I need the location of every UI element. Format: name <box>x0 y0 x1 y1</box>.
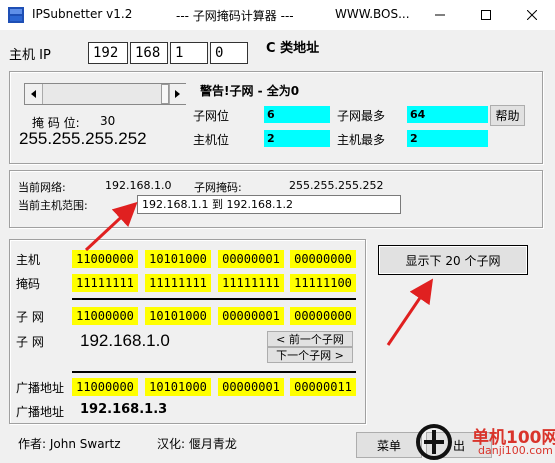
arrow-to-show-button <box>386 278 434 346</box>
watermark-url: danji100.com <box>478 444 553 457</box>
arrow-to-host-range <box>84 201 138 252</box>
app-window: IPSubnetter v1.2 --- 子网掩码计算器 --- WWW.BOS… <box>0 0 555 463</box>
watermark-logo-icon <box>416 424 452 460</box>
localizer-label: 汉化: 偃月青龙 <box>157 437 237 451</box>
author-label: 作者: John Swartz <box>18 437 121 451</box>
annotation-arrows <box>84 201 434 346</box>
